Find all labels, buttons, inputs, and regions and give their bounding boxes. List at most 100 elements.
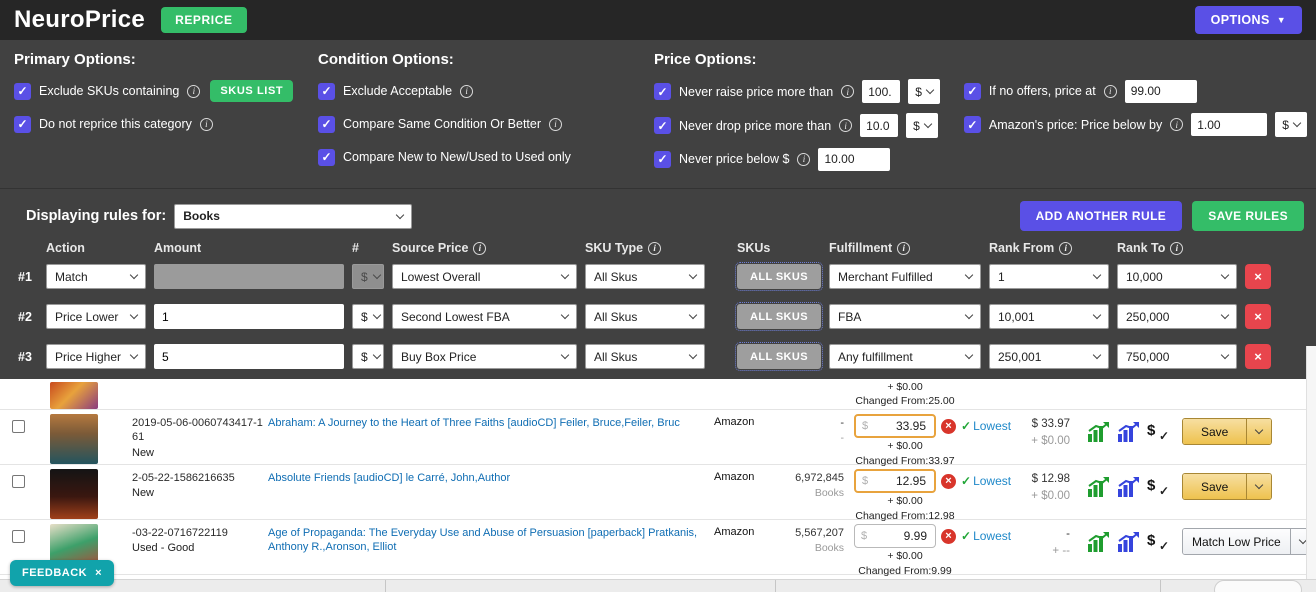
no-reprice-checkbox[interactable]: ✓ (14, 116, 31, 133)
rule1-rank-from-select[interactable]: 1 (989, 264, 1109, 289)
info-icon[interactable] (200, 118, 213, 131)
info-icon[interactable] (1170, 242, 1183, 255)
category-select[interactable]: Books (174, 204, 412, 229)
select-value: All Skus (594, 270, 637, 284)
rule1-action-select[interactable]: Match (46, 264, 146, 289)
info-icon[interactable] (460, 85, 473, 98)
never-below-checkbox[interactable]: ✓ (654, 151, 671, 168)
rule3-amount-input[interactable] (154, 344, 344, 369)
rule2-all-skus-button[interactable]: ALL SKUS (737, 304, 821, 329)
amazon-price-input[interactable] (1191, 113, 1267, 136)
amazon-price-checkbox[interactable]: ✓ (964, 116, 981, 133)
price-plus: + $0.00 (854, 549, 956, 564)
info-icon[interactable] (473, 242, 486, 255)
new-price-input[interactable] (868, 418, 928, 434)
rule2-action-select[interactable]: Price Lower (46, 304, 146, 329)
save-dropdown-caret[interactable] (1246, 419, 1271, 444)
new-price-input[interactable] (867, 528, 929, 544)
new-to-new-checkbox[interactable]: ✓ (318, 149, 335, 166)
clear-price-icon[interactable]: × (941, 529, 956, 544)
blue-chart-icon[interactable] (1117, 477, 1140, 497)
rule3-action-select[interactable]: Price Higher (46, 344, 146, 369)
amazon-price-unit-select[interactable]: $ (1275, 112, 1307, 137)
rule2-fulfillment-select[interactable]: FBA (829, 304, 981, 329)
rule3-rank-from-select[interactable]: 250,001 (989, 344, 1109, 369)
rule3-rank-to-select[interactable]: 750,000 (1117, 344, 1237, 369)
rule2-sku-type-select[interactable]: All Skus (585, 304, 705, 329)
info-icon[interactable] (841, 85, 854, 98)
vertical-scrollbar-track (1306, 346, 1316, 579)
info-icon[interactable] (839, 119, 852, 132)
rule-row-3: #3 Price Higher $ Buy Box Price All Skus… (12, 344, 1304, 369)
add-another-rule-button[interactable]: ADD ANOTHER RULE (1020, 201, 1183, 231)
blue-chart-icon[interactable] (1117, 422, 1140, 442)
never-below-input[interactable] (818, 148, 890, 171)
price-check-icon[interactable]: $✓ (1147, 477, 1165, 494)
rule2-amount-input[interactable] (154, 304, 344, 329)
exclude-acceptable-checkbox[interactable]: ✓ (318, 83, 335, 100)
product-title-link[interactable]: Absolute Friends [audioCD] le Carré, Joh… (264, 469, 714, 519)
info-icon[interactable] (648, 242, 661, 255)
info-icon[interactable] (187, 85, 200, 98)
rule1-fulfillment-select[interactable]: Merchant Fulfilled (829, 264, 981, 289)
rule3-sku-type-select[interactable]: All Skus (585, 344, 705, 369)
never-raise-checkbox[interactable]: ✓ (654, 83, 671, 100)
blue-chart-icon[interactable] (1117, 532, 1140, 552)
rule3-source-price-select[interactable]: Buy Box Price (392, 344, 577, 369)
no-offers-input[interactable] (1125, 80, 1197, 103)
rule2-rank-to-select[interactable]: 250,000 (1117, 304, 1237, 329)
info-icon[interactable] (797, 153, 810, 166)
rule3-unit-select[interactable]: $ (352, 344, 384, 369)
skus-list-button[interactable]: SKUS LIST (210, 80, 293, 102)
info-icon[interactable] (1170, 118, 1183, 131)
rule3-fulfillment-select[interactable]: Any fulfillment (829, 344, 981, 369)
save-rules-button[interactable]: SAVE RULES (1192, 201, 1304, 231)
never-drop-input[interactable] (860, 114, 898, 137)
info-icon[interactable] (1059, 242, 1072, 255)
never-drop-unit-select[interactable]: $ (906, 113, 938, 138)
scrollbar-thumb[interactable] (1214, 580, 1302, 592)
no-offers-checkbox[interactable]: ✓ (964, 83, 981, 100)
rule1-rank-to-select[interactable]: 10,000 (1117, 264, 1237, 289)
green-chart-icon[interactable] (1087, 422, 1110, 442)
save-button[interactable]: Save (1183, 419, 1246, 444)
reprice-button[interactable]: REPRICE (161, 7, 247, 33)
never-drop-checkbox[interactable]: ✓ (654, 117, 671, 134)
rule1-source-price-select[interactable]: Lowest Overall (392, 264, 577, 289)
row-checkbox[interactable] (12, 530, 25, 543)
rule2-source-price-select[interactable]: Second Lowest FBA (392, 304, 577, 329)
save-dropdown-caret[interactable] (1246, 474, 1271, 499)
product-title-link[interactable]: Age of Propaganda: The Everyday Use and … (264, 524, 714, 574)
rule2-unit-select[interactable]: $ (352, 304, 384, 329)
green-chart-icon[interactable] (1087, 477, 1110, 497)
feedback-button[interactable]: FEEDBACK × (10, 560, 114, 586)
price-check-icon[interactable]: $✓ (1147, 422, 1165, 439)
product-title-link[interactable]: Abraham: A Journey to the Heart of Three… (264, 414, 714, 464)
save-button[interactable]: Save (1183, 474, 1246, 499)
info-icon[interactable] (1104, 85, 1117, 98)
close-icon[interactable]: × (95, 567, 102, 579)
rule1-sku-type-select[interactable]: All Skus (585, 264, 705, 289)
never-raise-input[interactable] (862, 80, 900, 103)
rule2-rank-from-select[interactable]: 10,001 (989, 304, 1109, 329)
rule3-all-skus-button[interactable]: ALL SKUS (737, 344, 821, 369)
price-check-icon[interactable]: $✓ (1147, 532, 1165, 549)
row-checkbox[interactable] (12, 475, 25, 488)
rule1-delete-button[interactable]: × (1245, 264, 1271, 289)
chevron-down-icon (561, 271, 569, 279)
never-raise-unit-select[interactable]: $ (908, 79, 940, 104)
clear-price-icon[interactable]: × (941, 419, 956, 434)
clear-price-icon[interactable]: × (941, 474, 956, 489)
match-low-price-button[interactable]: Match Low Price (1183, 529, 1290, 554)
rule3-delete-button[interactable]: × (1245, 344, 1271, 369)
rule2-delete-button[interactable]: × (1245, 304, 1271, 329)
row-checkbox[interactable] (12, 420, 25, 433)
new-price-input[interactable] (868, 473, 928, 489)
green-chart-icon[interactable] (1087, 532, 1110, 552)
exclude-skus-checkbox[interactable]: ✓ (14, 83, 31, 100)
info-icon[interactable] (549, 118, 562, 131)
same-condition-checkbox[interactable]: ✓ (318, 116, 335, 133)
rule1-all-skus-button[interactable]: ALL SKUS (737, 264, 821, 289)
options-button[interactable]: OPTIONS ▼ (1195, 6, 1302, 34)
info-icon[interactable] (897, 242, 910, 255)
